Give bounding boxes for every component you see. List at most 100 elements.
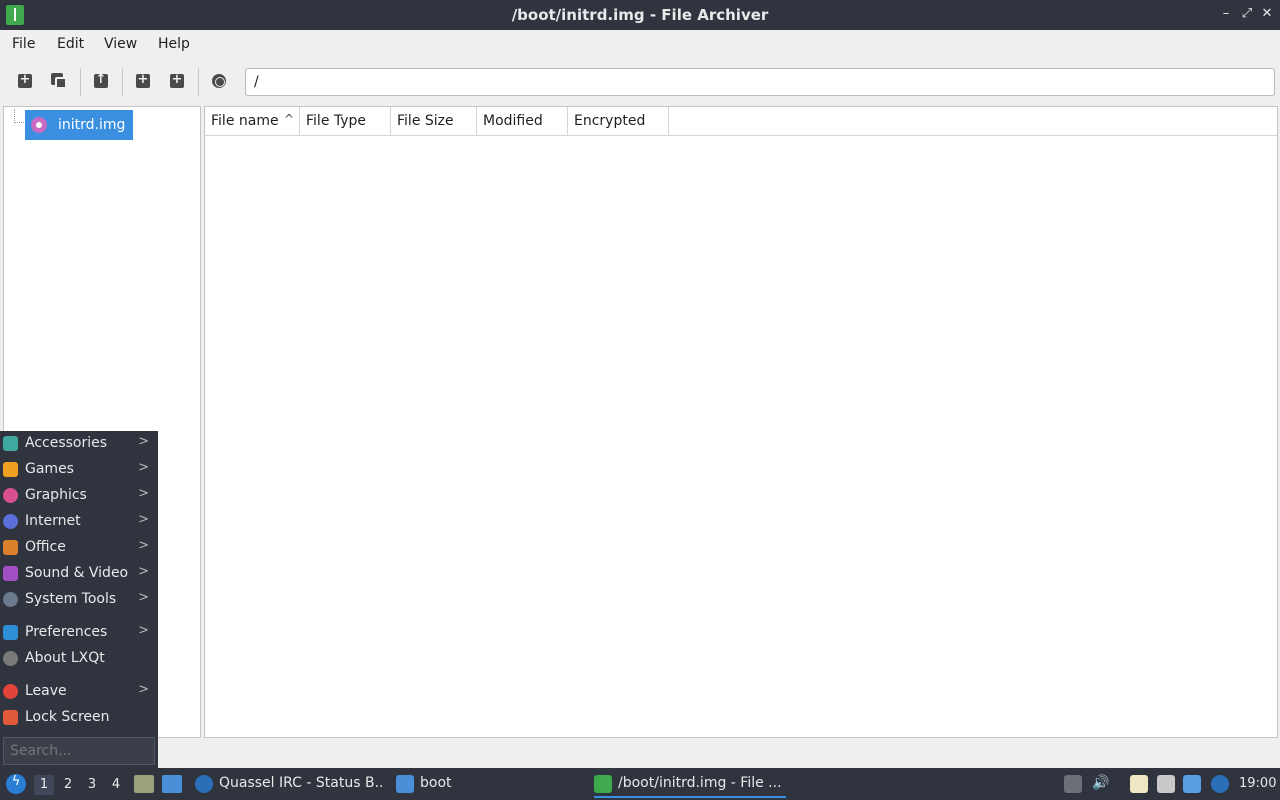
column-encrypted[interactable]: Encrypted [568, 107, 669, 136]
menu-leave[interactable]: Leave > [0, 679, 158, 705]
menu-bar: File Edit View Help [0, 30, 1280, 60]
archiver-icon [594, 775, 612, 793]
tree-branch-line [14, 109, 24, 123]
clock[interactable]: 19:00 [1239, 776, 1276, 791]
file-manager-launcher-icon[interactable] [134, 775, 154, 793]
menu-office[interactable]: Office > [0, 535, 158, 561]
minimize-button[interactable]: – [1218, 6, 1234, 22]
column-file-name[interactable]: File name ^ [205, 107, 300, 136]
chevron-right-icon: > [138, 564, 149, 579]
menu-system-tools[interactable]: System Tools > [0, 587, 158, 613]
task-quassel[interactable]: Quassel IRC - Status B... [195, 772, 385, 798]
task-boot-folder[interactable]: boot [396, 772, 516, 798]
system-tools-icon [3, 592, 18, 607]
quassel-tray-icon[interactable] [1211, 775, 1229, 793]
menu-label: Games [25, 461, 74, 477]
menu-view[interactable]: View [104, 36, 137, 52]
add-folder-button[interactable] [168, 72, 186, 90]
menu-label: Office [25, 539, 66, 555]
sort-ascending-icon: ^ [283, 112, 294, 126]
network-icon[interactable] [1157, 775, 1175, 793]
task-label: /boot/initrd.img - File ... [618, 775, 782, 791]
column-file-type[interactable]: File Type [300, 107, 391, 136]
column-modified[interactable]: Modified [477, 107, 568, 136]
notification-icon[interactable] [1183, 775, 1201, 793]
power-icon [3, 684, 18, 699]
chevron-right-icon: > [138, 538, 149, 553]
new-archive-icon [18, 72, 32, 88]
toolbar [0, 60, 1280, 104]
task-label: boot [420, 775, 452, 791]
preferences-icon [3, 625, 18, 640]
file-list-header: File name ^ File Type File Size Modified… [205, 107, 1277, 136]
menu-file[interactable]: File [12, 36, 35, 52]
chevron-right-icon: > [138, 460, 149, 475]
stop-button[interactable] [210, 72, 228, 90]
desktop-4-button[interactable]: 4 [106, 775, 126, 795]
column-file-size[interactable]: File Size [391, 107, 477, 136]
menu-label: Lock Screen [25, 709, 110, 725]
window-title: /boot/initrd.img - File Archiver [511, 6, 769, 24]
show-desktop-icon[interactable] [162, 775, 182, 793]
file-list: File name ^ File Type File Size Modified… [204, 106, 1278, 738]
removable-media-icon[interactable] [1064, 775, 1082, 793]
accessories-icon [3, 436, 18, 451]
menu-label: Internet [25, 513, 81, 529]
menu-games[interactable]: Games > [0, 457, 158, 483]
menu-accessories[interactable]: Accessories > [0, 431, 158, 457]
toolbar-separator [122, 68, 123, 96]
info-icon [3, 651, 18, 666]
chevron-right-icon: > [138, 486, 149, 501]
copy-button[interactable] [50, 72, 68, 90]
menu-preferences[interactable]: Preferences > [0, 620, 158, 646]
volume-icon[interactable]: 🔊 [1092, 775, 1110, 793]
maximize-button[interactable]: ⤢ [1239, 6, 1255, 22]
menu-internet[interactable]: Internet > [0, 509, 158, 535]
close-button[interactable]: ✕ [1259, 6, 1275, 22]
menu-label: System Tools [25, 591, 117, 607]
menu-label: Graphics [25, 487, 87, 503]
extract-icon [94, 72, 108, 88]
new-archive-button[interactable] [16, 72, 34, 90]
desktop-3-button[interactable]: 3 [82, 775, 102, 795]
status-bar [0, 740, 1280, 768]
chevron-right-icon: > [138, 590, 149, 605]
column-label: File name [211, 113, 279, 129]
menu-graphics[interactable]: Graphics > [0, 483, 158, 509]
menu-lock-screen[interactable]: Lock Screen [0, 705, 158, 731]
menu-label: Leave [25, 683, 67, 699]
task-file-archiver[interactable]: /boot/initrd.img - File ... [594, 772, 786, 798]
stop-icon [212, 74, 226, 88]
menu-search-input[interactable] [3, 737, 155, 765]
menu-sound-video[interactable]: Sound & Video > [0, 561, 158, 587]
chevron-right-icon: > [138, 434, 149, 449]
taskbar: 1 2 3 4 Quassel IRC - Status B... boot /… [0, 768, 1280, 800]
internet-icon [3, 514, 18, 529]
copy-icon-back [55, 77, 67, 89]
office-icon [3, 540, 18, 555]
menu-edit[interactable]: Edit [57, 36, 84, 52]
toolbar-separator [198, 68, 199, 96]
add-file-button[interactable] [134, 72, 152, 90]
chevron-right-icon: > [138, 682, 149, 697]
clipboard-icon[interactable] [1130, 775, 1148, 793]
menu-help[interactable]: Help [158, 36, 190, 52]
task-label: Quassel IRC - Status B... [219, 775, 385, 791]
desktop-1-button[interactable]: 1 [34, 775, 54, 795]
tree-item-initrd[interactable]: initrd.img [25, 110, 133, 140]
desktop-2-button[interactable]: 2 [58, 775, 78, 795]
path-input[interactable] [245, 68, 1275, 96]
folder-icon [396, 775, 414, 793]
menu-about-lxqt[interactable]: About LXQt [0, 646, 158, 672]
extract-button[interactable] [92, 72, 110, 90]
tree-item-label: initrd.img [58, 117, 126, 133]
graphics-icon [3, 488, 18, 503]
start-menu-button[interactable] [6, 774, 26, 794]
games-icon [3, 462, 18, 477]
title-bar: /boot/initrd.img - File Archiver – ⤢ ✕ [0, 0, 1280, 30]
chevron-right-icon: > [138, 512, 149, 527]
add-folder-icon [170, 72, 184, 88]
chevron-right-icon: > [138, 623, 149, 638]
toolbar-separator [80, 68, 81, 96]
sound-video-icon [3, 566, 18, 581]
